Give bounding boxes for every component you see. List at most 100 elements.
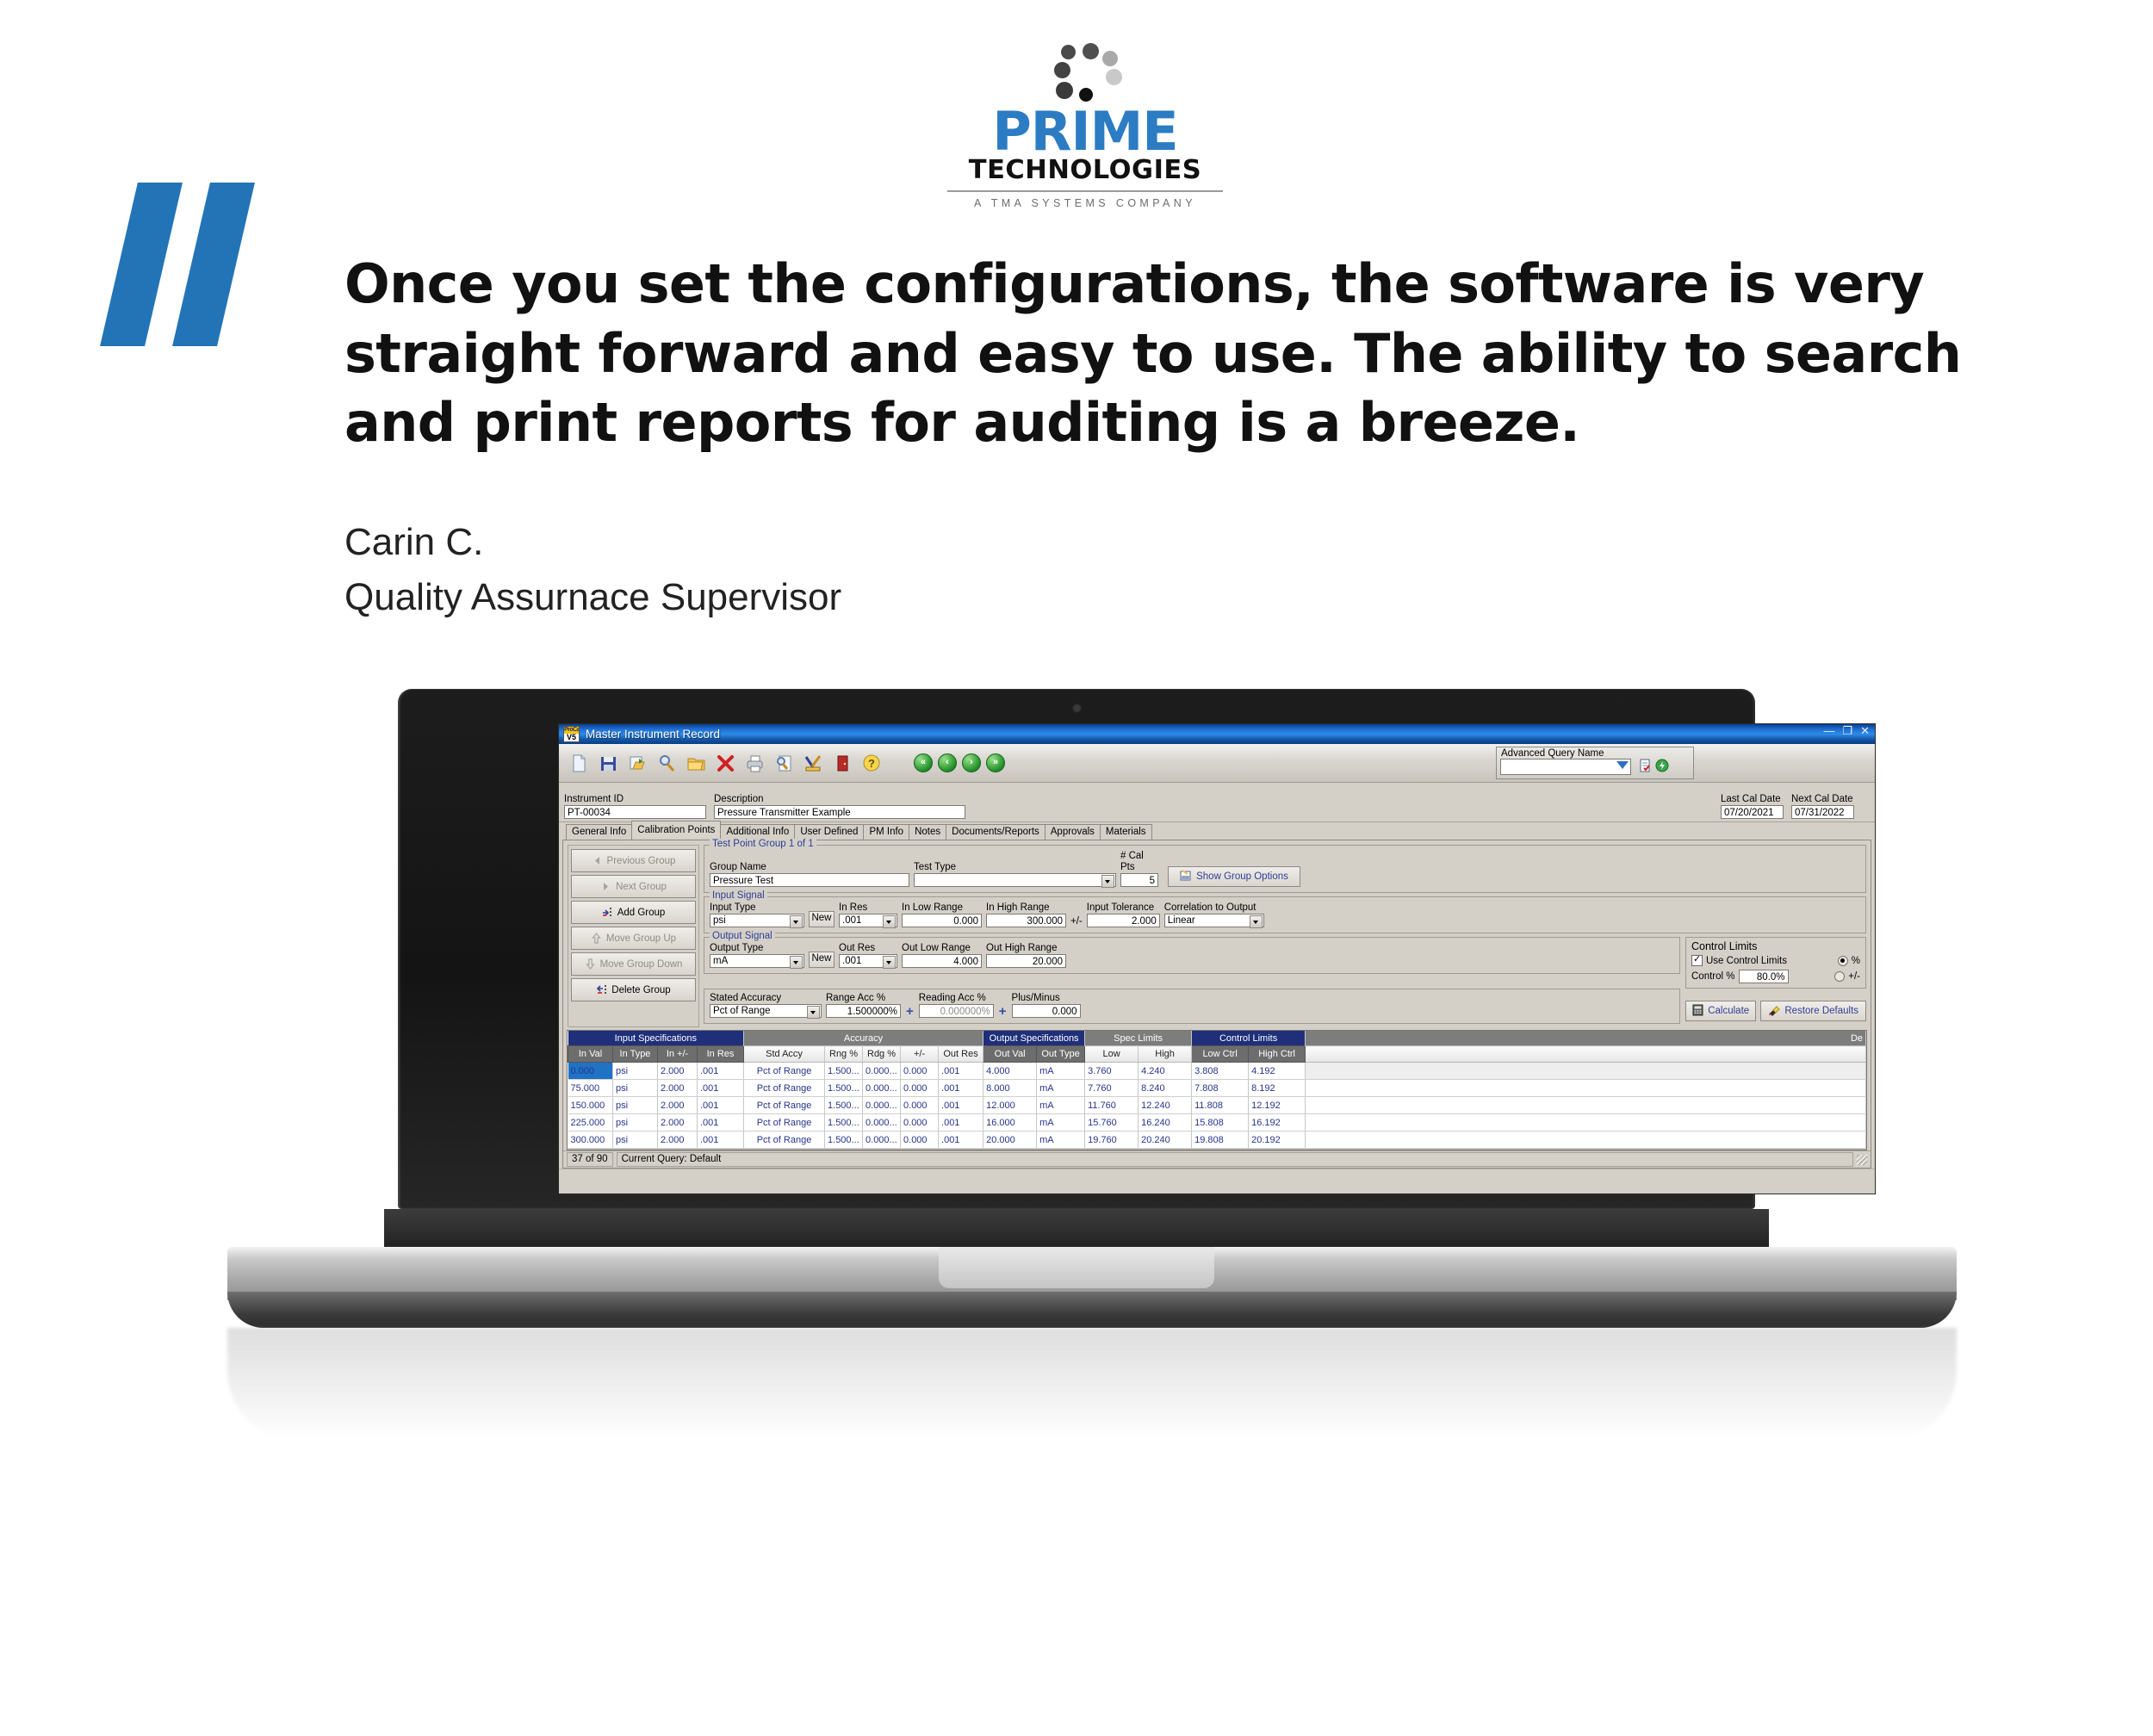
first-record-button[interactable]: « — [914, 753, 933, 772]
cell-low-ctrl[interactable]: 11.808 — [1191, 1096, 1250, 1114]
grid-col-in-type[interactable]: In Type — [612, 1045, 658, 1063]
grid-col-high-ctrl[interactable]: High Ctrl — [1248, 1045, 1306, 1063]
cell-std-accy[interactable]: Pct of Range — [743, 1096, 826, 1114]
cell-in-pm[interactable]: 2.000 — [657, 1096, 698, 1114]
group-name-input[interactable]: Pressure Test — [710, 873, 909, 887]
chevron-down-icon[interactable] — [883, 915, 896, 928]
print-preview-icon[interactable] — [774, 753, 794, 773]
input-type-new-button[interactable]: New — [809, 911, 835, 927]
save-as-icon[interactable] — [628, 753, 648, 773]
calculate-button[interactable]: Calculate — [1685, 1001, 1757, 1021]
cell-in-type[interactable]: psi — [612, 1062, 658, 1080]
tab-materials[interactable]: Materials — [1099, 824, 1152, 840]
cell-high-ctrl[interactable]: 8.192 — [1248, 1079, 1306, 1097]
use-control-limits-checkbox[interactable]: Use Control Limits — [1691, 953, 1787, 966]
tab-approvals[interactable]: Approvals — [1044, 824, 1101, 840]
table-row[interactable]: 0.000 psi 2.000 .001 Pct of Range 1.500.… — [568, 1062, 1866, 1080]
cell-out-val[interactable]: 12.000 — [983, 1096, 1038, 1114]
cell-out-type[interactable]: mA — [1036, 1062, 1086, 1080]
grid-col-rng-pct[interactable]: Rng % — [824, 1045, 864, 1063]
cell-extra[interactable] — [1305, 1131, 1866, 1149]
cell-in-pm[interactable]: 2.000 — [657, 1079, 698, 1097]
exit-door-icon[interactable] — [833, 753, 853, 773]
out-low-range-input[interactable]: 4.000 — [902, 954, 982, 968]
tab-notes[interactable]: Notes — [909, 824, 947, 840]
cell-in-val[interactable]: 0.000 — [568, 1062, 613, 1080]
cell-low-ctrl[interactable]: 15.808 — [1191, 1113, 1250, 1132]
cell-extra[interactable] — [1305, 1079, 1866, 1097]
tab-user-defined[interactable]: User Defined — [794, 824, 865, 840]
grid-col-extra[interactable] — [1305, 1045, 1866, 1063]
cell-high[interactable]: 4.240 — [1138, 1062, 1193, 1080]
minimize-icon[interactable]: — — [1823, 725, 1834, 736]
grid-col-low[interactable]: Low — [1084, 1045, 1139, 1063]
cell-pm[interactable]: 0.000 — [900, 1131, 940, 1149]
delete-icon[interactable] — [716, 753, 735, 773]
close-icon[interactable]: ✕ — [1860, 725, 1870, 736]
chevron-down-icon[interactable] — [1101, 875, 1114, 888]
cell-in-type[interactable]: psi — [612, 1113, 658, 1132]
chevron-down-icon[interactable] — [1616, 761, 1629, 769]
cell-out-val[interactable]: 16.000 — [983, 1113, 1038, 1132]
chevron-down-icon[interactable] — [790, 956, 803, 969]
cell-in-type[interactable]: psi — [612, 1079, 658, 1097]
input-type-select[interactable]: psi — [710, 914, 804, 928]
grid-col-low-ctrl[interactable]: Low Ctrl — [1191, 1045, 1250, 1063]
cell-std-accy[interactable]: Pct of Range — [743, 1113, 826, 1132]
cell-out-type[interactable]: mA — [1036, 1079, 1086, 1097]
cell-rdg-pct[interactable]: 0.000... — [862, 1096, 902, 1114]
table-row[interactable]: 150.000 psi 2.000 .001 Pct of Range 1.50… — [568, 1096, 1866, 1114]
cell-out-res[interactable]: .001 — [938, 1131, 984, 1149]
cell-low[interactable]: 15.760 — [1084, 1113, 1139, 1132]
tab-additional-info[interactable]: Additional Info — [720, 824, 796, 840]
cell-in-val[interactable]: 300.000 — [568, 1131, 613, 1149]
cell-high-ctrl[interactable]: 16.192 — [1248, 1113, 1306, 1132]
chevron-down-icon[interactable] — [883, 956, 896, 969]
instrument-id-input[interactable]: PT-00034 — [564, 805, 706, 819]
cell-in-pm[interactable]: 2.000 — [657, 1113, 698, 1132]
cell-low[interactable]: 3.760 — [1084, 1062, 1139, 1080]
cell-high[interactable]: 20.240 — [1138, 1131, 1193, 1149]
cell-out-val[interactable]: 20.000 — [983, 1131, 1038, 1149]
cell-low-ctrl[interactable]: 3.808 — [1191, 1062, 1250, 1080]
grid-col-pm[interactable]: +/- — [900, 1045, 940, 1063]
edit-query-icon[interactable] — [1638, 759, 1652, 772]
last-record-button[interactable]: » — [986, 753, 1005, 772]
in-low-range-input[interactable]: 0.000 — [902, 914, 982, 927]
cell-high-ctrl[interactable]: 12.192 — [1248, 1096, 1306, 1114]
cell-rdg-pct[interactable]: 0.000... — [862, 1062, 902, 1080]
next-record-button[interactable]: › — [962, 753, 981, 772]
previous-group-button[interactable]: Previous Group — [571, 849, 696, 872]
tab-general-info[interactable]: General Info — [566, 824, 633, 840]
output-type-select[interactable]: mA — [710, 954, 804, 969]
tab-documents-reports[interactable]: Documents/Reports — [946, 824, 1045, 840]
cell-low[interactable]: 7.760 — [1084, 1079, 1139, 1097]
range-acc-input[interactable]: 1.500000% — [826, 1004, 901, 1018]
cell-in-type[interactable]: psi — [612, 1131, 658, 1149]
cell-high-ctrl[interactable]: 4.192 — [1248, 1062, 1306, 1080]
grid-col-out-res[interactable]: Out Res — [938, 1045, 984, 1063]
open-folder-icon[interactable] — [686, 753, 706, 773]
cell-out-res[interactable]: .001 — [938, 1062, 984, 1080]
description-input[interactable]: Pressure Transmitter Example — [714, 805, 965, 819]
out-res-select[interactable]: .001 — [839, 954, 897, 969]
chevron-down-icon[interactable] — [790, 915, 803, 928]
table-row[interactable]: 300.000 psi 2.000 .001 Pct of Range 1.50… — [568, 1131, 1866, 1149]
cell-in-res[interactable]: .001 — [697, 1062, 745, 1080]
previous-record-button[interactable]: ‹ — [938, 753, 957, 772]
plus-minus-input[interactable]: 0.000 — [1011, 1004, 1081, 1018]
delete-group-button[interactable]: Delete Group — [571, 978, 696, 1001]
reading-acc-input[interactable]: 0.000000% — [918, 1004, 994, 1018]
cell-std-accy[interactable]: Pct of Range — [743, 1079, 826, 1097]
cell-high-ctrl[interactable]: 20.192 — [1248, 1131, 1306, 1149]
cell-pm[interactable]: 0.000 — [900, 1096, 940, 1114]
cal-pts-input[interactable]: 5 — [1120, 873, 1158, 887]
cell-in-val[interactable]: 75.000 — [568, 1079, 613, 1097]
cell-rng-pct[interactable]: 1.500... — [824, 1096, 864, 1114]
save-icon[interactable] — [599, 753, 618, 773]
cell-low-ctrl[interactable]: 19.808 — [1191, 1131, 1250, 1149]
add-group-button[interactable]: Add Group — [571, 901, 696, 924]
table-row[interactable]: 225.000 psi 2.000 .001 Pct of Range 1.50… — [568, 1113, 1866, 1132]
restore-defaults-button[interactable]: Restore Defaults — [1760, 1001, 1866, 1021]
advanced-query-input[interactable] — [1500, 759, 1631, 775]
